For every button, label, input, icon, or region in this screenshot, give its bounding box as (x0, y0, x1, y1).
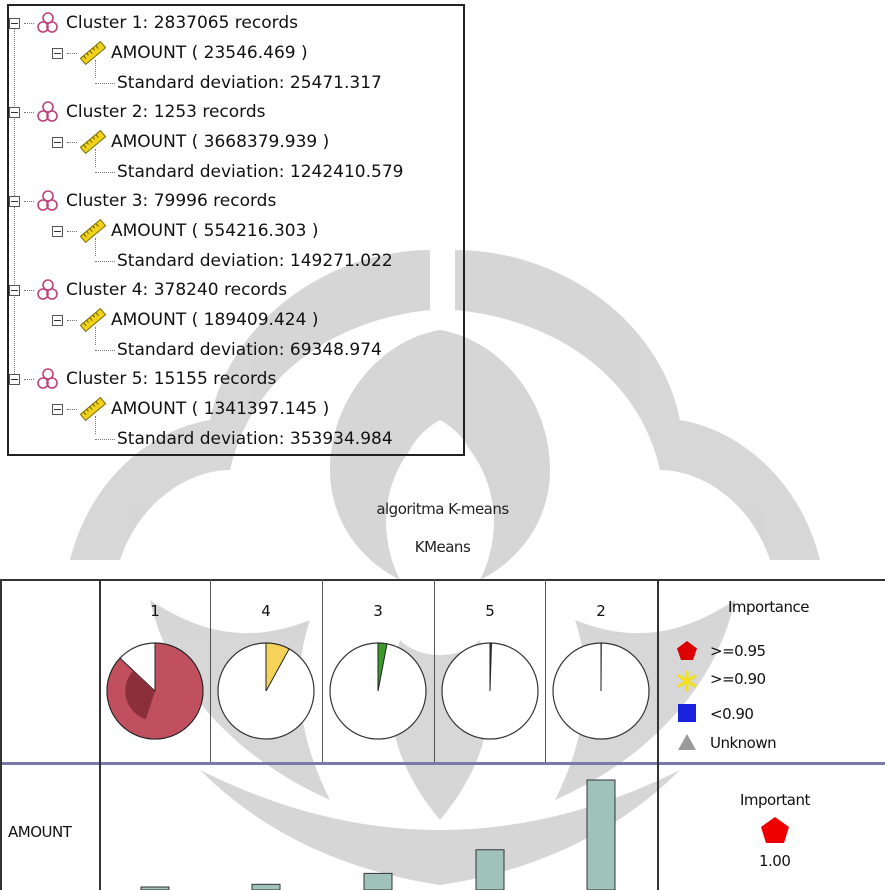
bar-cluster-2 (586, 779, 616, 890)
tree-node-cluster-2[interactable]: Cluster 2: 1253 records (9, 97, 266, 127)
tree-node-attribute[interactable]: AMOUNT ( 1341397.145 ) (52, 394, 329, 424)
ruler-icon (79, 129, 107, 155)
collapse-toggle-icon[interactable] (52, 136, 63, 148)
star-icon (677, 670, 697, 692)
cluster-label: Cluster 2: 1253 records (66, 102, 266, 122)
row-label-amount: AMOUNT (8, 823, 72, 841)
attribute-label: AMOUNT ( 1341397.145 ) (111, 399, 330, 419)
cluster-icon (37, 368, 58, 389)
tree-node-attribute[interactable]: AMOUNT ( 3668379.939 ) (52, 127, 329, 157)
collapse-toggle-icon[interactable] (9, 195, 20, 207)
legend-label-high: >=0.95 (710, 642, 766, 660)
square-icon (678, 704, 696, 722)
tree-node-cluster-3[interactable]: Cluster 3: 79996 records (9, 186, 276, 216)
attribute-label: AMOUNT ( 189409.424 ) (111, 310, 319, 330)
ruler-icon (79, 307, 107, 333)
legend-label-medium: >=0.90 (710, 670, 766, 688)
tree-node-cluster-4[interactable]: Cluster 4: 378240 records (9, 275, 287, 305)
collapse-toggle-icon[interactable] (52, 47, 63, 59)
tree-node-stddev[interactable]: Standard deviation: 353934.984 (95, 424, 393, 454)
collapse-toggle-icon[interactable] (9, 284, 20, 296)
pentagon-icon (677, 641, 697, 660)
stddev-label: Standard deviation: 25471.317 (117, 73, 382, 93)
tree-node-stddev[interactable]: Standard deviation: 25471.317 (95, 68, 382, 98)
stddev-label: Standard deviation: 149271.022 (117, 251, 393, 271)
cluster-label: Cluster 1: 2837065 records (66, 13, 298, 33)
cluster-label: Cluster 4: 378240 records (66, 280, 288, 300)
collapse-toggle-icon[interactable] (9, 373, 20, 385)
collapse-toggle-icon[interactable] (9, 17, 20, 29)
legend-title: Importance (728, 598, 809, 616)
triangle-icon (678, 734, 696, 750)
tree-node-stddev[interactable]: Standard deviation: 149271.022 (95, 246, 393, 276)
cluster-icon (37, 12, 58, 33)
cluster-icon (37, 279, 58, 300)
importance-value: 1.00 (759, 852, 791, 870)
cluster-icon (37, 190, 58, 211)
ruler-icon (79, 396, 107, 422)
stddev-label: Standard deviation: 353934.984 (117, 429, 393, 449)
attribute-label: AMOUNT ( 554216.303 ) (111, 221, 319, 241)
tree-node-cluster-5[interactable]: Cluster 5: 15155 records (9, 364, 276, 394)
chart-title: algoritma K-means (376, 500, 509, 518)
bar-cluster-3 (363, 872, 393, 890)
tree-node-attribute[interactable]: AMOUNT ( 554216.303 ) (52, 216, 318, 246)
tree-node-attribute[interactable]: AMOUNT ( 23546.469 ) (52, 38, 308, 68)
tree-node-cluster-1[interactable]: Cluster 1: 2837065 records (9, 8, 298, 38)
attribute-label: AMOUNT ( 3668379.939 ) (111, 132, 330, 152)
cluster-icon (37, 101, 58, 122)
chart-subtitle: KMeans (414, 538, 471, 556)
important-pentagon-icon (761, 817, 789, 843)
stddev-label: Standard deviation: 69348.974 (117, 340, 382, 360)
tree-node-attribute[interactable]: AMOUNT ( 189409.424 ) (52, 305, 318, 335)
importance-title: Important (740, 791, 810, 809)
legend-label-unknown: Unknown (710, 734, 777, 752)
ruler-icon (79, 40, 107, 66)
collapse-toggle-icon[interactable] (52, 403, 63, 415)
collapse-toggle-icon[interactable] (52, 225, 63, 237)
stddev-label: Standard deviation: 1242410.579 (117, 162, 404, 182)
collapse-toggle-icon[interactable] (9, 106, 20, 118)
collapse-toggle-icon[interactable] (52, 314, 63, 326)
tree-node-stddev[interactable]: Standard deviation: 1242410.579 (95, 157, 403, 187)
legend-label-low: <0.90 (710, 705, 754, 723)
cluster-label: Cluster 5: 15155 records (66, 369, 277, 389)
ruler-icon (79, 218, 107, 244)
bar-cluster-4 (251, 883, 281, 890)
bar-cluster-5 (475, 849, 505, 890)
tree-node-stddev[interactable]: Standard deviation: 69348.974 (95, 335, 382, 365)
attribute-label: AMOUNT ( 23546.469 ) (111, 43, 308, 63)
cluster-label: Cluster 3: 79996 records (66, 191, 277, 211)
